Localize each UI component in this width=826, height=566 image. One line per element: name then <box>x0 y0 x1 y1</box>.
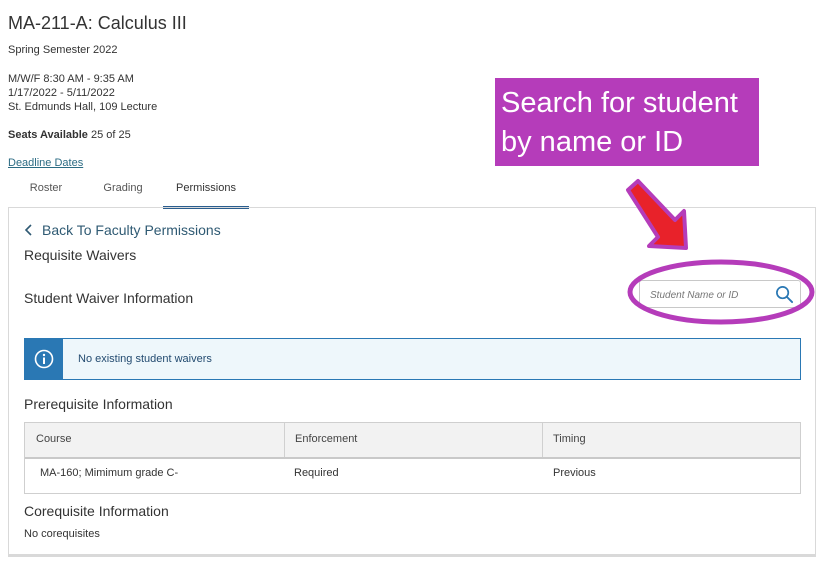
corequisite-empty-text: No corequisites <box>24 528 100 540</box>
annotation-text: Search for student by name or ID <box>501 84 738 162</box>
cell-enforcement: Required <box>294 467 339 479</box>
table-header: Course Enforcement Timing <box>25 423 800 459</box>
info-alert: No existing student waivers <box>24 338 801 380</box>
course-dates: 1/17/2022 - 5/11/2022 <box>8 87 115 99</box>
corequisite-heading: Corequisite Information <box>24 503 169 519</box>
student-waiver-heading: Student Waiver Information <box>24 290 194 306</box>
info-icon <box>34 349 54 369</box>
cell-timing: Previous <box>553 467 596 479</box>
chevron-left-icon <box>24 224 32 236</box>
annotation-line-2: by name or ID <box>501 126 684 158</box>
search-icon[interactable] <box>775 285 794 304</box>
course-term: Spring Semester 2022 <box>8 44 118 56</box>
deadline-dates-link[interactable]: Deadline Dates <box>8 157 83 169</box>
course-location: St. Edmunds Hall, 109 Lecture <box>8 101 158 113</box>
column-header-enforcement: Enforcement <box>295 433 358 445</box>
student-search-box <box>639 280 801 308</box>
tab-roster[interactable]: Roster <box>20 178 72 206</box>
column-header-course: Course <box>36 433 72 445</box>
info-message: No existing student waivers <box>78 353 212 365</box>
annotation-callout: Search for student by name or ID <box>495 78 759 166</box>
column-divider <box>284 423 285 457</box>
tab-permissions[interactable]: Permissions <box>163 178 249 209</box>
prerequisite-heading: Prerequisite Information <box>24 396 173 412</box>
seats-value: 25 of 25 <box>90 129 131 141</box>
seats-available: Seats Available 25 of 25 <box>8 129 131 141</box>
course-title: MA-211-A: Calculus III <box>8 13 187 33</box>
back-to-faculty-permissions-link[interactable]: Back To Faculty Permissions <box>24 222 221 238</box>
course-schedule: M/W/F 8:30 AM - 9:35 AM <box>8 73 134 85</box>
info-icon-container <box>25 339 63 379</box>
prerequisite-table: Course Enforcement Timing MA-160; Mimimu… <box>24 422 801 494</box>
annotation-line-1: Search for student <box>501 87 738 119</box>
course-meeting-info: M/W/F 8:30 AM - 9:35 AM 1/17/2022 - 5/11… <box>8 72 157 114</box>
seats-label: Seats Available <box>8 129 88 141</box>
course-tabs: Roster Grading Permissions <box>8 178 268 209</box>
section-title: Requisite Waivers <box>24 247 137 263</box>
student-search-input[interactable] <box>648 286 772 304</box>
back-link-label: Back To Faculty Permissions <box>42 222 221 238</box>
column-divider <box>542 423 543 457</box>
column-header-timing: Timing <box>553 433 586 445</box>
cell-course: MA-160; Mimimum grade C- <box>40 467 179 479</box>
tab-grading[interactable]: Grading <box>96 178 150 206</box>
